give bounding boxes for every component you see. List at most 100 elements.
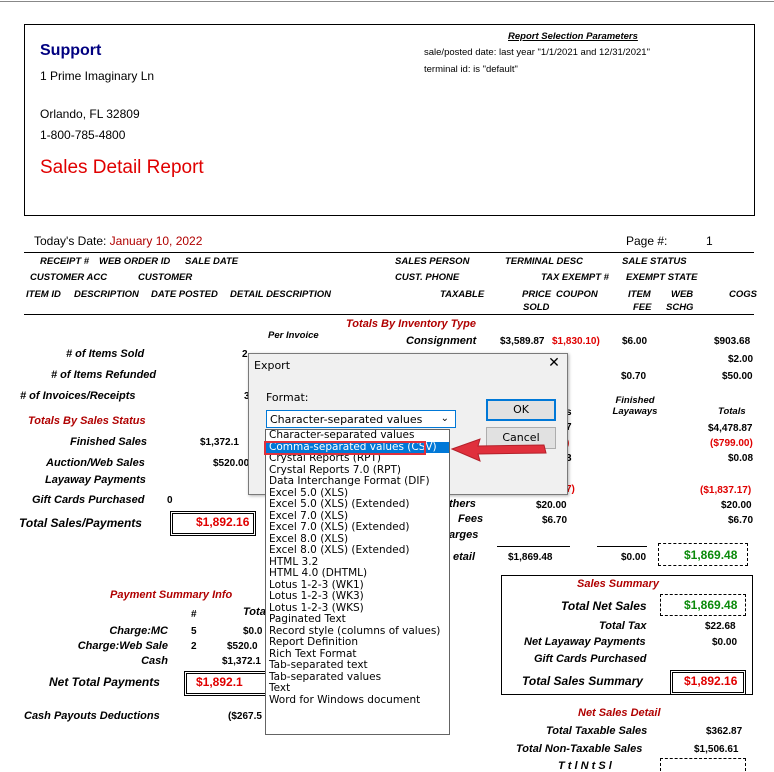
layaway-summary-label: Net Layaway Payments	[524, 636, 646, 648]
format-option[interactable]: Excel 8.0 (XLS)	[266, 534, 449, 546]
hdr-cust-phone: CUST. PHONE	[395, 272, 460, 283]
ok-button[interactable]: OK	[486, 399, 556, 421]
format-option[interactable]: Report Definition	[266, 637, 449, 649]
format-option[interactable]: Tab-separated text	[266, 660, 449, 672]
consignment-coupon: $1,830.10)	[552, 336, 600, 347]
format-option[interactable]: Excel 5.0 (XLS)	[266, 488, 449, 500]
gift-value: 0	[167, 495, 173, 506]
hdr-customer-acc: CUSTOMER ACC	[30, 272, 108, 283]
finished-sales-label: Finished Sales	[70, 436, 148, 448]
phone-number: 1-800-785-4800	[40, 128, 126, 142]
payment-title: Payment Summary Info	[110, 589, 233, 601]
format-label: Format:	[266, 391, 309, 404]
nontaxable-sales-label: Total Non-Taxable Sales	[516, 743, 643, 755]
detail-value: $1,869.48	[508, 552, 553, 563]
annotation-arrow-icon	[450, 438, 547, 462]
param-terminal: terminal id: is "default"	[424, 64, 518, 75]
invoices-label: # of Invoices/Receipts	[20, 390, 136, 402]
hdr-sale-status: SALE STATUS	[622, 256, 687, 267]
consignment-label: Consignment	[406, 335, 477, 347]
hdr-fee: FEE	[633, 302, 652, 313]
format-option[interactable]: Tab-separated values	[266, 672, 449, 684]
hdr-price: PRICE	[522, 289, 552, 300]
taxable-sales-value: $362.87	[706, 726, 743, 737]
page-number: 1	[706, 234, 713, 248]
net-sales-value: $1,869.48	[684, 598, 738, 612]
format-option[interactable]: Character-separated values	[266, 430, 449, 442]
format-option[interactable]: Rich Text Format	[266, 649, 449, 661]
format-option[interactable]: Paginated Text	[266, 614, 449, 626]
param-date: sale/posted date: last year "1/1/2021 an…	[424, 47, 650, 58]
format-option[interactable]: Data Interchange Format (DIF)	[266, 476, 449, 488]
gift-summary-label: Gift Cards Purchased	[534, 653, 647, 665]
hdr-sale-date: SALE DATE	[185, 256, 239, 267]
items-sold-value: 2	[242, 349, 248, 360]
todays-date-value: January 10, 2022	[109, 234, 203, 248]
company-name: Support	[40, 42, 102, 59]
format-option[interactable]: Text	[266, 683, 449, 695]
fee-row-3: $0.70	[621, 371, 647, 382]
payment-row-mc-value: $0.0	[243, 626, 263, 637]
format-option[interactable]: Word for Windows document	[266, 695, 449, 707]
consignment-fee: $6.00	[622, 336, 648, 347]
format-option[interactable]: Crystal Reports 7.0 (RPT)	[266, 465, 449, 477]
todays-date: Today's Date: January 10, 2022	[34, 234, 202, 248]
detail-fee: $0.00	[621, 552, 647, 563]
total-row-5: $4,478.87	[708, 423, 753, 434]
close-icon[interactable]: ✕	[545, 355, 563, 371]
header-bottom-line	[24, 314, 754, 315]
hdr-web: WEB	[671, 289, 694, 300]
status-title: Totals By Sales Status	[28, 415, 146, 427]
format-option[interactable]: Excel 7.0 (XLS)	[266, 511, 449, 523]
format-option[interactable]: Lotus 1-2-3 (WKS)	[266, 603, 449, 615]
hdr-sold: SOLD	[523, 302, 550, 313]
format-option[interactable]: Lotus 1-2-3 (WK1)	[266, 580, 449, 592]
auction-label: Auction/Web Sales	[46, 457, 145, 469]
page-label: Page #:	[626, 234, 668, 248]
hdr-description: DESCRIPTION	[74, 289, 139, 300]
fees-total: $6.70	[728, 515, 754, 526]
layaway-summary-value: $0.00	[712, 637, 738, 648]
items-sold-label: # of Items Sold	[66, 348, 145, 360]
hdr-sales-person: SALES PERSON	[395, 256, 470, 267]
auction-value: $520.00	[213, 458, 250, 469]
sales-summary-title: Sales Summary	[577, 578, 659, 590]
report-title: Sales Detail Report	[40, 157, 204, 178]
per-invoice-label: Per Invoice	[268, 330, 319, 341]
finished-layaways-text: Finished Layaways	[612, 395, 658, 417]
format-option[interactable]: Lotus 1-2-3 (WK3)	[266, 591, 449, 603]
net-sales-partial: T t l N t S l	[558, 760, 612, 772]
format-option[interactable]: Record style (columns of values)	[266, 626, 449, 638]
payment-row-cash-label: Cash	[141, 655, 168, 667]
format-select-value: Character-separated values	[270, 413, 423, 426]
others-total: $20.00	[721, 500, 752, 511]
hdr-taxable: TAXABLE	[440, 289, 485, 300]
nontaxable-sales-value: $1,506.61	[694, 744, 739, 755]
detail-line-2	[597, 546, 647, 547]
chevron-down-icon[interactable]: ⌄	[441, 410, 449, 428]
format-option[interactable]: Excel 7.0 (XLS) (Extended)	[266, 522, 449, 534]
total-sales-value: $1,892.16	[196, 515, 250, 529]
detail-total: $1,869.48	[684, 548, 738, 562]
totals-header: Totals	[718, 406, 746, 417]
net-detail-title: Net Sales Detail	[578, 707, 661, 719]
format-dropdown-list[interactable]: Character-separated values Comma-separate…	[265, 429, 450, 735]
taxable-sales-label: Total Taxable Sales	[546, 725, 648, 737]
total-row-8: ($1,837.17)	[700, 485, 752, 496]
payment-row-web-count: 2	[191, 641, 197, 652]
page-top-edge	[0, 1, 774, 2]
hdr-receipt: RECEIPT #	[40, 256, 90, 267]
format-option[interactable]: Excel 8.0 (XLS) (Extended)	[266, 545, 449, 557]
format-option[interactable]: Excel 5.0 (XLS) (Extended)	[266, 499, 449, 511]
hdr-tax-exempt: TAX EXEMPT #	[541, 272, 609, 283]
format-select[interactable]: Character-separated values ⌄	[266, 410, 456, 428]
format-option[interactable]: HTML 3.2	[266, 557, 449, 569]
payment-row-cash-value: $1,372.1	[222, 656, 261, 667]
net-payments-value: $1,892.1	[196, 675, 243, 689]
hdr-item-id: ITEM ID	[26, 289, 61, 300]
format-option[interactable]: HTML 4.0 (DHTML)	[266, 568, 449, 580]
address-line-1: 1 Prime Imaginary Ln	[40, 69, 155, 83]
items-refunded-label: # of Items Refunded	[51, 369, 157, 381]
csv-highlight-box	[264, 441, 426, 455]
hdr-date-posted: DATE POSTED	[151, 289, 218, 300]
